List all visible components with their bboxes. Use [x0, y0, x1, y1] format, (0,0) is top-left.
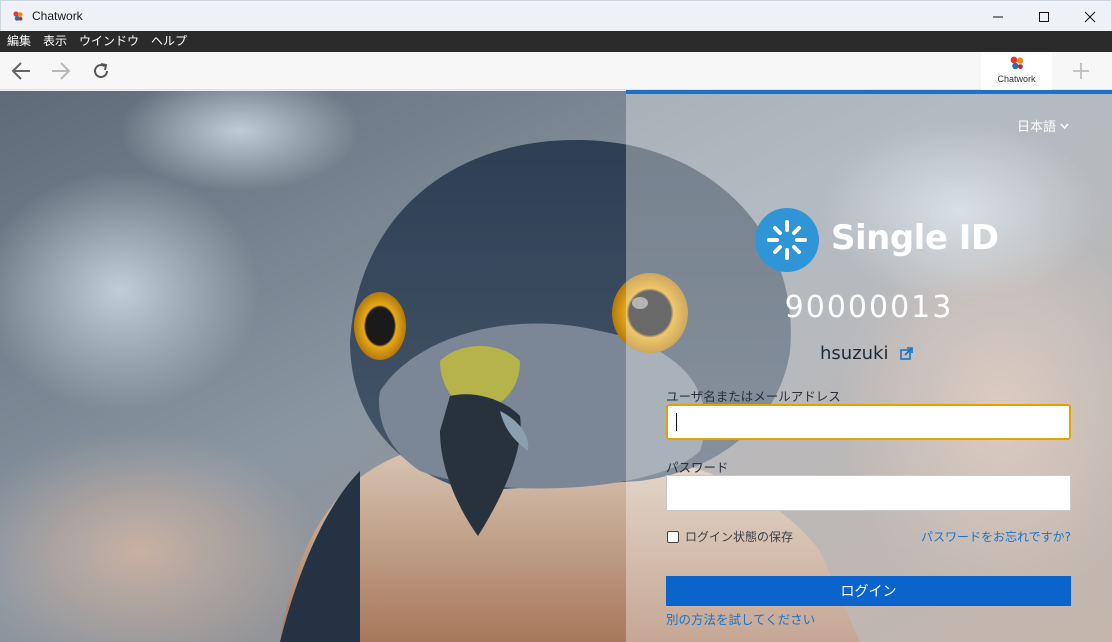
login-button[interactable]: ログイン: [666, 576, 1071, 606]
tab-chatwork[interactable]: Chatwork: [981, 52, 1052, 90]
menu-help[interactable]: ヘルプ: [151, 31, 187, 52]
login-panel-overlay: [626, 94, 1112, 642]
new-tab-button[interactable]: [1068, 59, 1094, 83]
text-caret: [676, 413, 677, 431]
organization-id: 90000013: [784, 290, 954, 325]
minimize-button[interactable]: [975, 1, 1021, 32]
chevron-down-icon: [1060, 123, 1069, 129]
account-row: hsuzuki: [820, 343, 914, 364]
forgot-password-link[interactable]: パスワードをお忘れですか?: [921, 528, 1071, 545]
tab-label: Chatwork: [997, 74, 1036, 84]
maximize-button[interactable]: [1021, 1, 1067, 32]
single-id-logo-icon: [755, 208, 819, 272]
reload-icon: [94, 63, 108, 78]
arrow-right-icon: [52, 62, 71, 80]
password-input[interactable]: [666, 475, 1071, 511]
username-input[interactable]: [666, 404, 1071, 440]
panel-accent-bar: [626, 90, 1112, 94]
back-button[interactable]: [8, 59, 34, 83]
reload-button[interactable]: [88, 59, 114, 83]
alternative-login-link[interactable]: 別の方法を試してください: [666, 609, 815, 628]
remember-login[interactable]: ログイン状態の保存: [667, 528, 793, 545]
language-label: 日本語: [1017, 120, 1057, 135]
password-label: パスワード: [666, 460, 729, 475]
menu-view[interactable]: 表示: [43, 31, 67, 52]
menu-bar: 編集 表示 ウインドウ ヘルプ: [0, 31, 1112, 52]
plus-icon: [1073, 63, 1089, 79]
close-icon: [1084, 11, 1096, 22]
menu-edit[interactable]: 編集: [7, 31, 31, 52]
close-button[interactable]: [1067, 1, 1112, 32]
maximize-icon: [1039, 11, 1049, 22]
menu-window[interactable]: ウインドウ: [79, 31, 139, 52]
username-label: ユーザ名またはメールアドレス: [666, 389, 841, 404]
nav-bar: Chatwork: [0, 52, 1112, 90]
account-username: hsuzuki: [820, 343, 889, 364]
window-title: Chatwork: [32, 9, 83, 23]
minimize-icon: [993, 16, 1003, 17]
chatwork-logo-icon: [1010, 56, 1023, 70]
forward-button[interactable]: [48, 59, 74, 83]
remember-label: ログイン状態の保存: [685, 530, 794, 544]
brand-name: Single ID: [831, 218, 999, 258]
arrow-left-icon: [11, 62, 30, 80]
remember-checkbox[interactable]: [667, 530, 679, 543]
title-bar: Chatwork: [0, 0, 1112, 31]
language-selector[interactable]: 日本語: [1017, 116, 1069, 135]
external-link-icon[interactable]: [900, 347, 914, 360]
web-content: [0, 91, 1112, 642]
chatwork-app-icon: [13, 11, 23, 21]
